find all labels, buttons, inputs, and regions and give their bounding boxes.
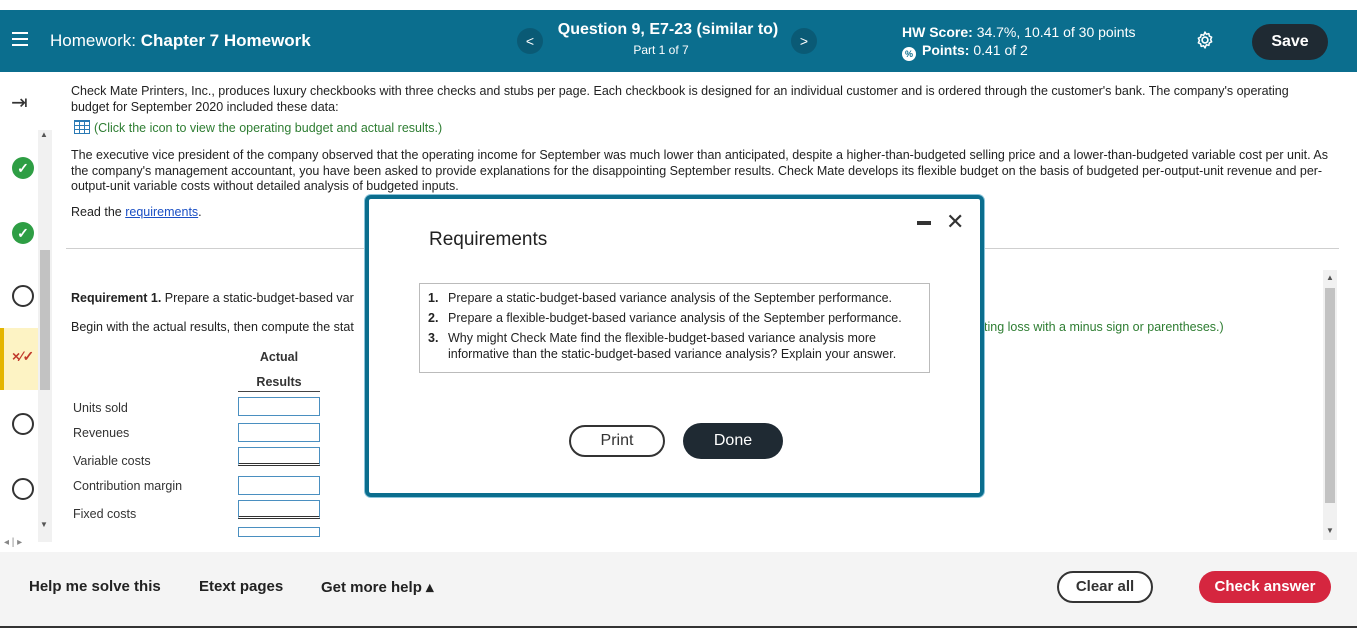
footer-bar: Help me solve this Etext pages Get more …: [0, 552, 1357, 628]
content-scroll-up-icon[interactable]: ▲: [1326, 273, 1334, 282]
problem-intro: Check Mate Printers, Inc., produces luxu…: [71, 84, 1289, 114]
rail-pager-icon[interactable]: ◂ | ▸: [4, 537, 22, 548]
hw-score-label: HW Score:: [902, 24, 973, 40]
minimize-icon[interactable]: [917, 221, 931, 225]
read-requirements: Read the requirements.: [71, 205, 202, 219]
requirement-number: 2.: [428, 311, 439, 325]
contribution-margin-actual-input[interactable]: [238, 476, 320, 495]
question-correct-icon[interactable]: ✓: [12, 222, 34, 244]
homework-prefix: Homework:: [50, 31, 136, 50]
check-answer-button[interactable]: Check answer: [1199, 571, 1331, 603]
homework-name: Chapter 7 Homework: [140, 31, 311, 50]
top-strip: [0, 0, 1357, 10]
prev-question-button[interactable]: <: [517, 28, 543, 54]
requirement-item: 3. Why might Check Mate find the flexibl…: [428, 330, 921, 362]
next-row-actual-input[interactable]: [238, 527, 320, 537]
column-header-results: Results: [238, 375, 320, 392]
help-me-solve-button[interactable]: Help me solve this: [29, 578, 161, 595]
read-prefix: Read the: [71, 205, 122, 219]
dialog-title: Requirements: [429, 229, 548, 250]
rail-scroll-thumb[interactable]: [40, 250, 50, 390]
budget-data-link-text[interactable]: (Click the icon to view the operating bu…: [94, 121, 442, 135]
fixed-costs-actual-input[interactable]: [238, 500, 320, 519]
column-header-actual: Actual: [259, 350, 299, 364]
variable-costs-actual-input[interactable]: [238, 447, 320, 466]
question-unanswered-icon[interactable]: [12, 478, 34, 500]
row-label-variable-costs: Variable costs: [73, 454, 151, 468]
requirement-number: 3.: [428, 331, 439, 345]
row-label-fixed-costs: Fixed costs: [73, 507, 137, 521]
print-button[interactable]: Print: [569, 425, 665, 457]
partial-icon: ×⁄✓: [12, 348, 35, 364]
rail-scroll-down-icon[interactable]: ▼: [40, 520, 48, 529]
instruction-text: Begin with the actual results, then comp…: [71, 320, 354, 334]
requirement-1-label: Requirement 1.: [71, 291, 162, 305]
homework-title: Homework: Chapter 7 Homework: [50, 31, 311, 51]
problem-paragraph: The executive vice president of the comp…: [71, 148, 1328, 193]
revenues-actual-input[interactable]: [238, 423, 320, 442]
question-unanswered-icon[interactable]: [12, 413, 34, 435]
requirement-item: 1. Prepare a static-budget-based varianc…: [428, 290, 921, 306]
hw-score-value: 34.7%, 10.41 of 30 points: [976, 24, 1136, 40]
requirement-item: 2. Prepare a flexible-budget-based varia…: [428, 310, 921, 326]
points-value: 0.41 of 2: [973, 42, 1028, 58]
clear-all-button[interactable]: Clear all: [1057, 571, 1153, 603]
requirements-dialog: Requirements ✕ 1. Prepare a static-budge…: [365, 195, 984, 497]
units-sold-actual-input[interactable]: [238, 397, 320, 416]
row-label-revenues: Revenues: [73, 426, 130, 440]
header-bar: Homework: Chapter 7 Homework < Question …: [0, 10, 1357, 72]
save-button[interactable]: Save: [1252, 24, 1328, 60]
expand-panel-icon[interactable]: ⇥: [11, 90, 28, 115]
etext-pages-button[interactable]: Etext pages: [199, 578, 283, 595]
content-scroll-down-icon[interactable]: ▼: [1326, 526, 1334, 535]
next-question-button[interactable]: >: [791, 28, 817, 54]
row-label-units-sold: Units sold: [73, 401, 128, 415]
requirement-text: Prepare a flexible-budget-based variance…: [448, 311, 902, 325]
table-grid-icon[interactable]: [74, 120, 90, 134]
requirement-text: Prepare a static-budget-based variance a…: [448, 291, 892, 305]
instruction-note: ting loss with a minus sign or parenthes…: [984, 320, 1224, 334]
read-suffix: .: [198, 205, 202, 219]
question-part: Part 1 of 7: [633, 43, 689, 57]
question-points: % Points: 0.41 of 2: [902, 42, 1028, 61]
content-scroll-thumb[interactable]: [1325, 288, 1335, 503]
budget-data-link[interactable]: (Click the icon to view the operating bu…: [74, 120, 442, 135]
requirements-link[interactable]: requirements: [125, 205, 198, 219]
hw-score: HW Score: 34.7%, 10.41 of 30 points: [902, 24, 1135, 40]
points-label: Points:: [922, 42, 970, 58]
settings-gear-icon[interactable]: [1195, 30, 1215, 50]
row-label-contribution-margin: Contribution margin: [73, 479, 183, 493]
requirement-text: Why might Check Mate find the flexible-b…: [448, 331, 897, 361]
question-correct-icon[interactable]: ✓: [12, 157, 34, 179]
question-title: Question 9, E7-23 (similar to): [557, 21, 779, 38]
requirement-1-text: Prepare a static-budget-based var: [164, 291, 354, 305]
menu-icon[interactable]: [12, 32, 28, 46]
get-more-help-button[interactable]: Get more help ▴: [321, 578, 434, 596]
requirements-list: 1. Prepare a static-budget-based varianc…: [419, 283, 930, 373]
requirement-1: Requirement 1. Prepare a static-budget-b…: [71, 291, 354, 305]
rail-scroll-up-icon[interactable]: ▲: [40, 130, 48, 139]
requirement-number: 1.: [428, 291, 439, 305]
current-question-partial[interactable]: ×⁄✓: [0, 328, 38, 390]
done-button[interactable]: Done: [683, 423, 783, 459]
question-unanswered-icon[interactable]: [12, 285, 34, 307]
partial-credit-icon: %: [902, 47, 916, 61]
close-icon[interactable]: ✕: [946, 209, 964, 235]
